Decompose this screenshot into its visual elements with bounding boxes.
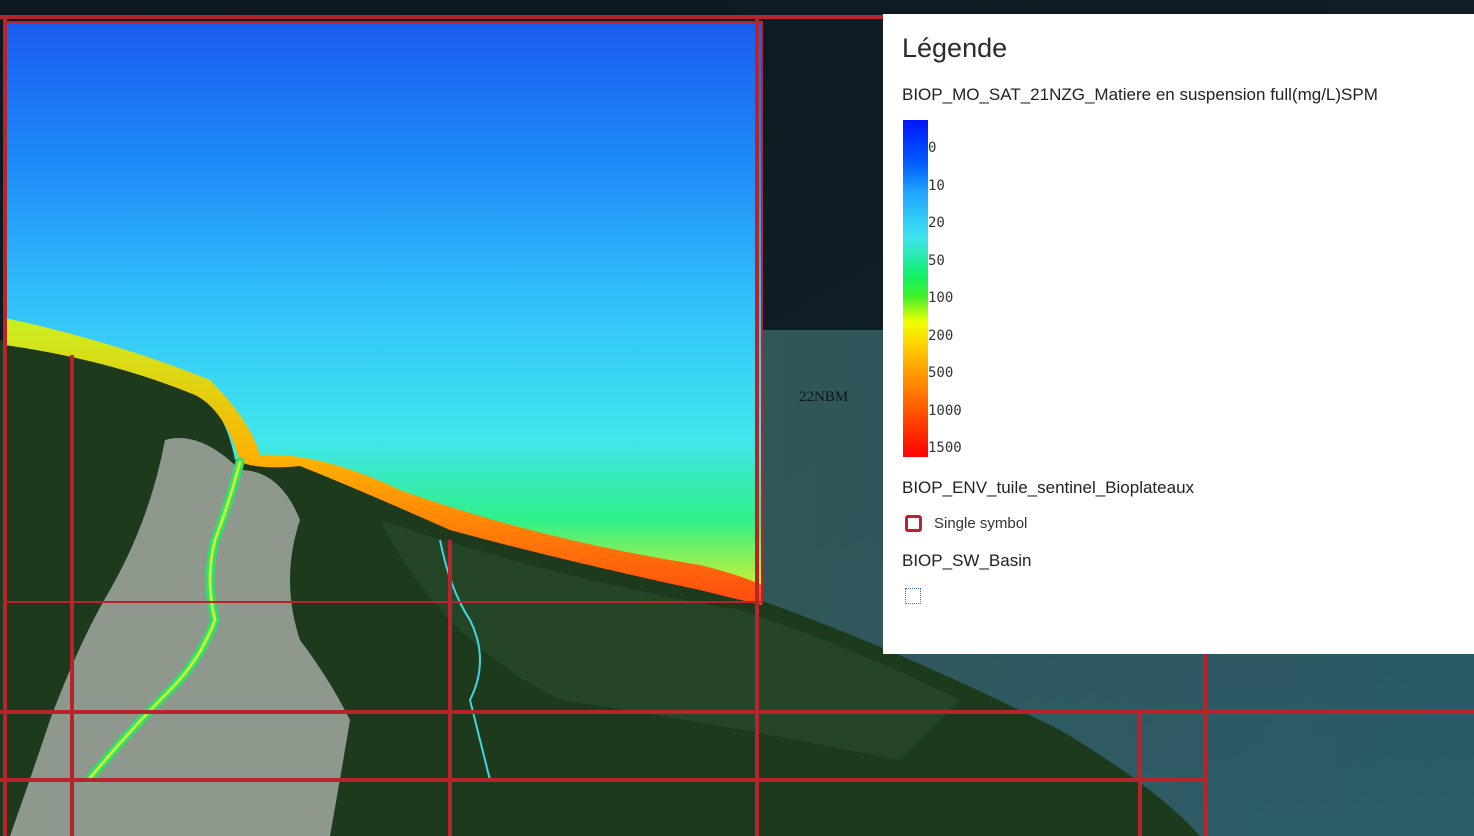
legend-layer-basin-name: BIOP_SW_Basin [902,551,1032,570]
color-ramp-label: 100 [928,290,954,306]
legend-layer-spm-name: BIOP_MO_SAT_21NZG_Matiere en suspension … [902,85,1378,104]
color-ramp-label: 200 [928,327,954,344]
dotted-polygon-icon [905,588,921,604]
color-ramp-bar [903,120,928,457]
color-ramp-label: 50 [928,252,945,269]
color-ramp-label: 500 [928,365,954,381]
color-ramp-label: 0 [928,140,937,156]
legend-title: Légende [902,33,1008,63]
single-symbol-label: Single symbol [934,514,1028,532]
tile-label-22nbm: 22NBM [799,389,849,405]
color-ramp-label: 1000 [928,402,962,419]
color-ramp-labels: 0 10 20 50 100 200 500 1000 1500 [928,120,1008,460]
legend-panel: Légende BIOP_MO_SAT_21NZG_Matiere en sus… [883,14,1474,654]
legend-single-symbol-row: Single symbol [902,513,1455,533]
color-ramp-label: 20 [928,215,945,231]
legend-layer-tiles-name: BIOP_ENV_tuile_sentinel_Bioplateaux [902,478,1195,497]
legend-color-ramp: 0 10 20 50 100 200 500 1000 1500 [902,120,1455,460]
color-ramp-label: 1500 [928,440,962,456]
color-ramp-label: 10 [928,177,945,194]
single-symbol-icon [905,514,922,532]
